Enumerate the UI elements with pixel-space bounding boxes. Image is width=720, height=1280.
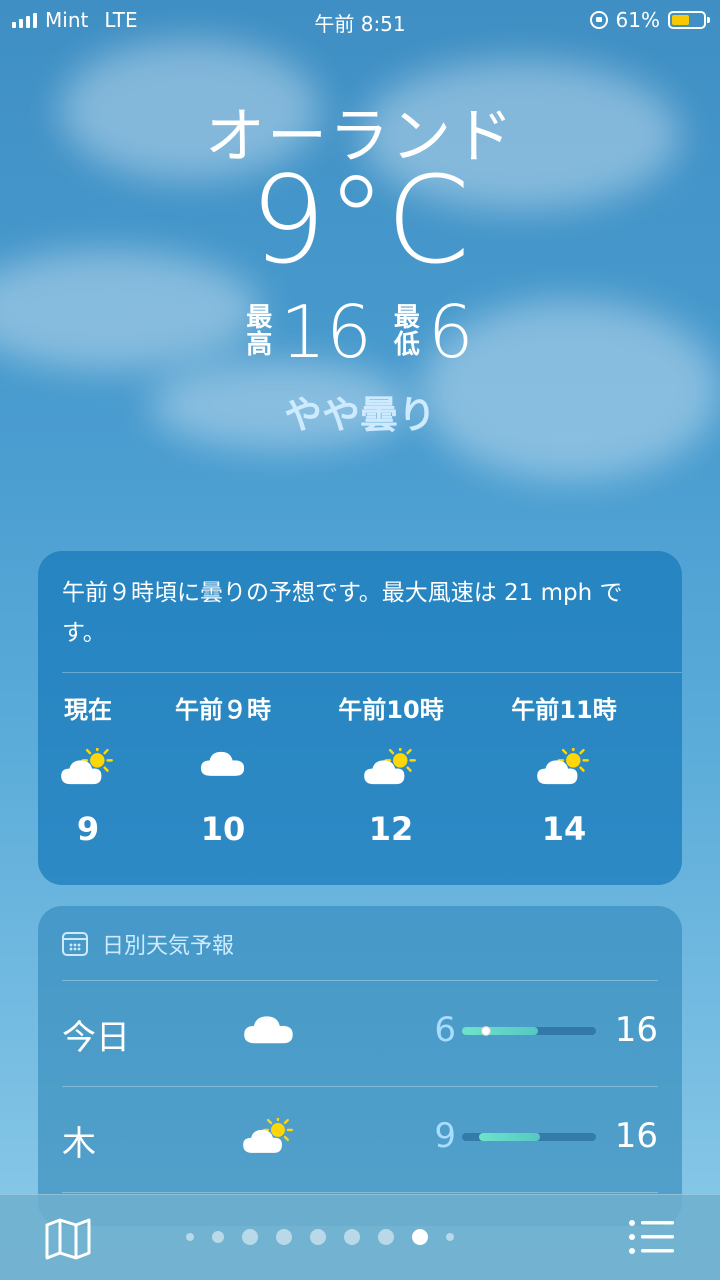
partly-sunny-icon — [363, 744, 419, 791]
page-dot[interactable] — [212, 1231, 224, 1243]
bottom-toolbar — [0, 1194, 720, 1280]
divider — [62, 980, 658, 981]
weather-condition: やや曇り — [283, 393, 436, 437]
temp-range-bar — [462, 1026, 596, 1036]
page-dot[interactable] — [276, 1229, 292, 1245]
cloud-icon — [242, 1012, 296, 1049]
high-label: 最 高 — [246, 302, 273, 360]
day-name: 今日 — [62, 1018, 130, 1058]
divider — [62, 1086, 658, 1087]
hour-temp: 14 — [541, 810, 587, 848]
low-label: 最 低 — [393, 302, 420, 360]
divider — [62, 672, 682, 673]
map-button[interactable] — [44, 1217, 92, 1265]
temp-range-bar — [462, 1133, 596, 1141]
divider — [62, 1192, 658, 1193]
current-temperature: 9°C — [249, 152, 471, 291]
day-high: 16 — [614, 1010, 658, 1050]
list-icon — [629, 1220, 674, 1254]
partly-sunny-icon — [242, 1114, 296, 1160]
daily-row[interactable]: 木 9 16 — [62, 1088, 658, 1188]
high-value: 16 — [280, 290, 372, 374]
battery-icon — [668, 11, 710, 29]
page-dot[interactable] — [378, 1229, 394, 1245]
day-high: 16 — [614, 1116, 658, 1156]
hour-temp: 10 — [200, 810, 246, 848]
page-dot[interactable] — [186, 1233, 194, 1241]
status-bar: Mint LTE 午前 8:51 61% — [0, 0, 720, 40]
hour-time: 午前11時 — [511, 696, 617, 724]
battery-percent: 61% — [615, 8, 660, 32]
high-low: 最 高 16 最 低 6 — [0, 296, 720, 368]
partly-sunny-icon — [60, 744, 116, 791]
hour-time: 午前10時 — [338, 696, 444, 724]
page-dot[interactable] — [446, 1233, 454, 1241]
page-indicator[interactable] — [186, 1229, 454, 1245]
rotation-lock-icon — [589, 11, 608, 29]
day-low: 9 — [434, 1116, 456, 1156]
page-dot[interactable] — [242, 1229, 258, 1245]
page-dot[interactable] — [310, 1229, 326, 1245]
location-list-button[interactable] — [628, 1219, 676, 1259]
hour-temp: 12 — [368, 810, 414, 848]
daily-forecast-card[interactable]: 日別天気予報 今日 6 16 木 9 16 — [38, 906, 682, 1226]
low-value: 6 — [427, 290, 474, 374]
cloud-icon — [199, 748, 247, 782]
forecast-summary: 午前９時頃に曇りの予想です。最大風速は 21 mph です。 — [62, 580, 623, 646]
daily-forecast-header: 日別天気予報 — [102, 934, 235, 959]
hour-time: 午前９時 — [175, 696, 271, 724]
page-dot[interactable] — [412, 1229, 428, 1245]
partly-sunny-icon — [536, 744, 592, 791]
daily-row[interactable]: 今日 6 16 — [62, 982, 658, 1082]
day-name: 木 — [62, 1124, 96, 1164]
map-icon — [45, 1218, 91, 1260]
day-low: 6 — [434, 1010, 456, 1050]
page-dot[interactable] — [344, 1229, 360, 1245]
calendar-icon — [62, 932, 88, 956]
